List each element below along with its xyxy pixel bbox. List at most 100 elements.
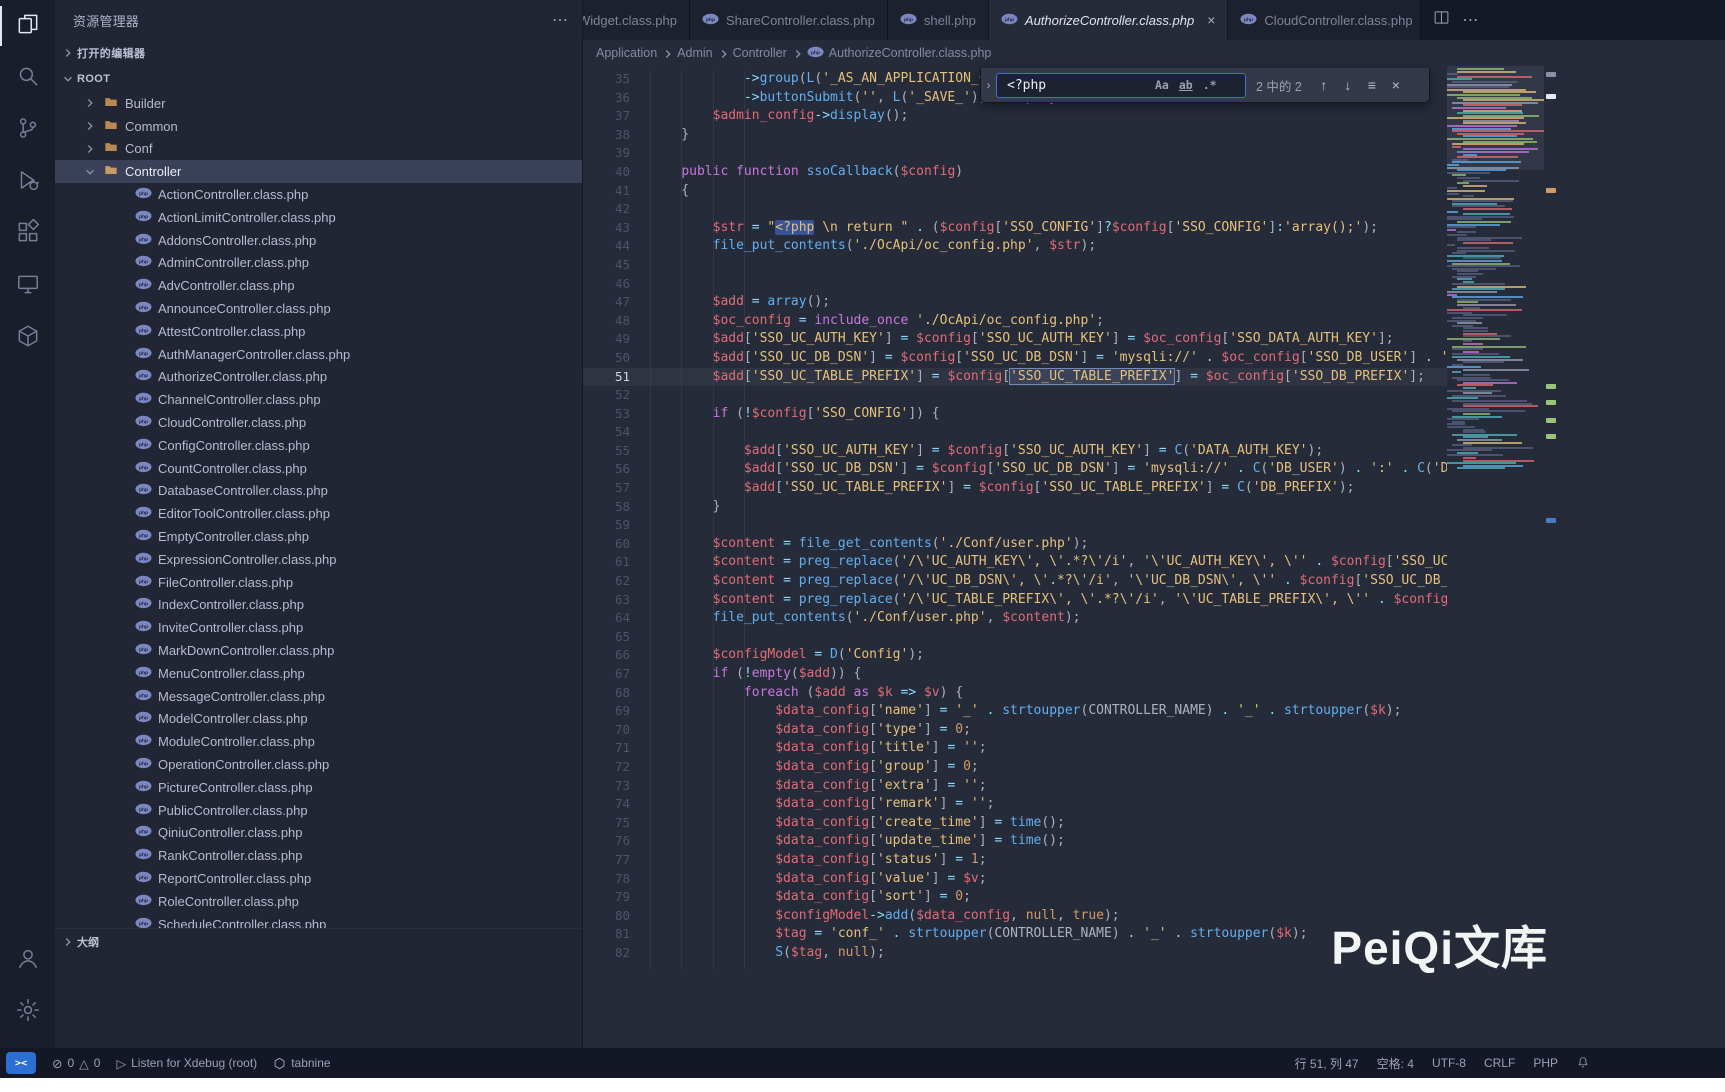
line-number[interactable]: 40 xyxy=(582,163,650,182)
find-in-selection-icon[interactable]: ≡ xyxy=(1360,77,1384,93)
line-number[interactable]: 72 xyxy=(582,758,650,777)
tab-shell-php[interactable]: phpshell.php xyxy=(888,0,989,40)
line-number[interactable]: 43 xyxy=(582,219,650,238)
file-rankcontroller-class-php[interactable]: phpRankController.class.php xyxy=(55,844,582,867)
line-number[interactable]: 81 xyxy=(582,925,650,944)
tab-cloudcontroller-class-php[interactable]: phpCloudController.class.php xyxy=(1228,0,1421,40)
file-indexcontroller-class-php[interactable]: phpIndexController.class.php xyxy=(55,594,582,617)
toggle-replace-icon[interactable]: › xyxy=(981,68,996,102)
close-find-icon[interactable]: × xyxy=(1384,77,1408,93)
line-number[interactable]: 38 xyxy=(582,126,650,145)
line-number[interactable]: 59 xyxy=(582,516,650,535)
line-number[interactable]: 45 xyxy=(582,256,650,275)
problems-indicator[interactable]: ⊘0 △0 xyxy=(52,1056,100,1071)
outline-section-header[interactable]: 大纲 xyxy=(55,928,582,955)
split-editor-icon[interactable] xyxy=(1433,9,1450,31)
file-menucontroller-class-php[interactable]: phpMenuController.class.php xyxy=(55,662,582,685)
file-modelcontroller-class-php[interactable]: phpModelController.class.php xyxy=(55,708,582,731)
line-number[interactable]: 52 xyxy=(582,386,650,405)
folder-common[interactable]: Common xyxy=(55,115,582,138)
file-admincontroller-class-php[interactable]: phpAdminController.class.php xyxy=(55,252,582,275)
activity-explorer[interactable] xyxy=(0,0,55,52)
find-next-icon[interactable]: ↓ xyxy=(1336,77,1360,93)
file-rolecontroller-class-php[interactable]: phpRoleController.class.php xyxy=(55,890,582,913)
breadcrumb-item[interactable]: phpAuthorizeController.class.php xyxy=(807,46,992,61)
activity-settings[interactable] xyxy=(0,986,55,1038)
editor-more-actions-icon[interactable]: ⋯ xyxy=(1462,10,1478,30)
line-number[interactable]: 47 xyxy=(582,293,650,312)
find-previous-icon[interactable]: ↑ xyxy=(1312,77,1336,93)
status-eol[interactable]: CRLF xyxy=(1484,1056,1515,1070)
line-number[interactable]: 51 xyxy=(582,368,650,387)
line-number[interactable]: 76 xyxy=(582,832,650,851)
file-configcontroller-class-php[interactable]: phpConfigController.class.php xyxy=(55,434,582,457)
file-modulecontroller-class-php[interactable]: phpModuleController.class.php xyxy=(55,730,582,753)
line-number[interactable]: 56 xyxy=(582,460,650,479)
file-filecontroller-class-php[interactable]: phpFileController.class.php xyxy=(55,571,582,594)
line-number[interactable]: 68 xyxy=(582,684,650,703)
line-number[interactable]: 55 xyxy=(582,442,650,461)
file-countcontroller-class-php[interactable]: phpCountController.class.php xyxy=(55,457,582,480)
file-picturecontroller-class-php[interactable]: phpPictureController.class.php xyxy=(55,776,582,799)
line-number[interactable]: 79 xyxy=(582,888,650,907)
activity-remote-explorer[interactable] xyxy=(0,260,55,312)
line-number[interactable]: 50 xyxy=(582,349,650,368)
file-messagecontroller-class-php[interactable]: phpMessageController.class.php xyxy=(55,685,582,708)
file-actioncontroller-class-php[interactable]: phpActionController.class.php xyxy=(55,183,582,206)
line-number[interactable]: 66 xyxy=(582,646,650,665)
line-number[interactable]: 82 xyxy=(582,944,650,963)
file-editortoolcontroller-class-php[interactable]: phpEditorToolController.class.php xyxy=(55,502,582,525)
file-expressioncontroller-class-php[interactable]: phpExpressionController.class.php xyxy=(55,548,582,571)
file-authmanagercontroller-class-php[interactable]: phpAuthManagerController.class.php xyxy=(55,343,582,366)
activity-account[interactable] xyxy=(0,934,55,986)
line-number[interactable]: 63 xyxy=(582,591,650,610)
line-number[interactable]: 39 xyxy=(582,144,650,163)
line-number[interactable]: 80 xyxy=(582,907,650,926)
line-number[interactable]: 70 xyxy=(582,721,650,740)
line-number[interactable]: 77 xyxy=(582,851,650,870)
line-number[interactable]: 36 xyxy=(582,89,650,108)
activity-run-debug[interactable] xyxy=(0,156,55,208)
close-tab-icon[interactable]: × xyxy=(1207,12,1215,28)
line-number[interactable]: 48 xyxy=(582,312,650,331)
activity-source-control[interactable] xyxy=(0,104,55,156)
file-markdowncontroller-class-php[interactable]: phpMarkDownController.class.php xyxy=(55,639,582,662)
file-operationcontroller-class-php[interactable]: phpOperationController.class.php xyxy=(55,753,582,776)
file-addonscontroller-class-php[interactable]: phpAddonsController.class.php xyxy=(55,229,582,252)
line-number[interactable]: 67 xyxy=(582,665,650,684)
file-cloudcontroller-class-php[interactable]: phpCloudController.class.php xyxy=(55,411,582,434)
line-number[interactable]: 57 xyxy=(582,479,650,498)
line-number[interactable]: 37 xyxy=(582,107,650,126)
line-number[interactable]: 49 xyxy=(582,330,650,349)
open-editors-section[interactable]: 打开的编辑器 xyxy=(55,40,582,66)
line-number[interactable]: 60 xyxy=(582,535,650,554)
file-schedulecontroller-class-php[interactable]: phpScheduleController.class.php xyxy=(55,913,582,928)
status-language[interactable]: PHP xyxy=(1533,1056,1558,1070)
remote-indicator[interactable]: >< xyxy=(6,1052,36,1074)
file-announcecontroller-class-php[interactable]: phpAnnounceController.class.php xyxy=(55,297,582,320)
xdebug-status[interactable]: ▷ Listen for Xdebug (root) xyxy=(116,1056,257,1071)
more-actions-icon[interactable]: ⋯ xyxy=(552,10,568,30)
file-qiniucontroller-class-php[interactable]: phpQiniuController.class.php xyxy=(55,822,582,845)
activity-search[interactable] xyxy=(0,52,55,104)
match-case-icon[interactable]: Aa xyxy=(1151,77,1173,93)
regex-icon[interactable]: .* xyxy=(1199,77,1221,93)
status-encoding[interactable]: UTF-8 xyxy=(1432,1056,1466,1070)
line-number[interactable]: 64 xyxy=(582,609,650,628)
breadcrumb-item[interactable]: Application xyxy=(596,46,657,60)
line-number[interactable]: 69 xyxy=(582,702,650,721)
line-number[interactable]: 65 xyxy=(582,628,650,647)
whole-word-icon[interactable]: ab xyxy=(1175,77,1197,93)
folder-builder[interactable]: Builder xyxy=(55,92,582,115)
file-reportcontroller-class-php[interactable]: phpReportController.class.php xyxy=(55,867,582,890)
find-input[interactable] xyxy=(1005,77,1149,94)
tab-sharecontroller-class-php[interactable]: phpShareController.class.php xyxy=(690,0,888,40)
folder-conf[interactable]: Conf xyxy=(55,138,582,161)
tab-widget-class-php[interactable]: phpWidget.class.php xyxy=(582,0,690,40)
line-number[interactable]: 41 xyxy=(582,182,650,201)
notifications-bell-icon[interactable] xyxy=(1576,1056,1590,1070)
line-number[interactable]: 35 xyxy=(582,70,650,89)
line-number[interactable]: 75 xyxy=(582,814,650,833)
status-line-col[interactable]: 行 51, 列 47 xyxy=(1295,1055,1359,1072)
activity-extensions[interactable] xyxy=(0,208,55,260)
